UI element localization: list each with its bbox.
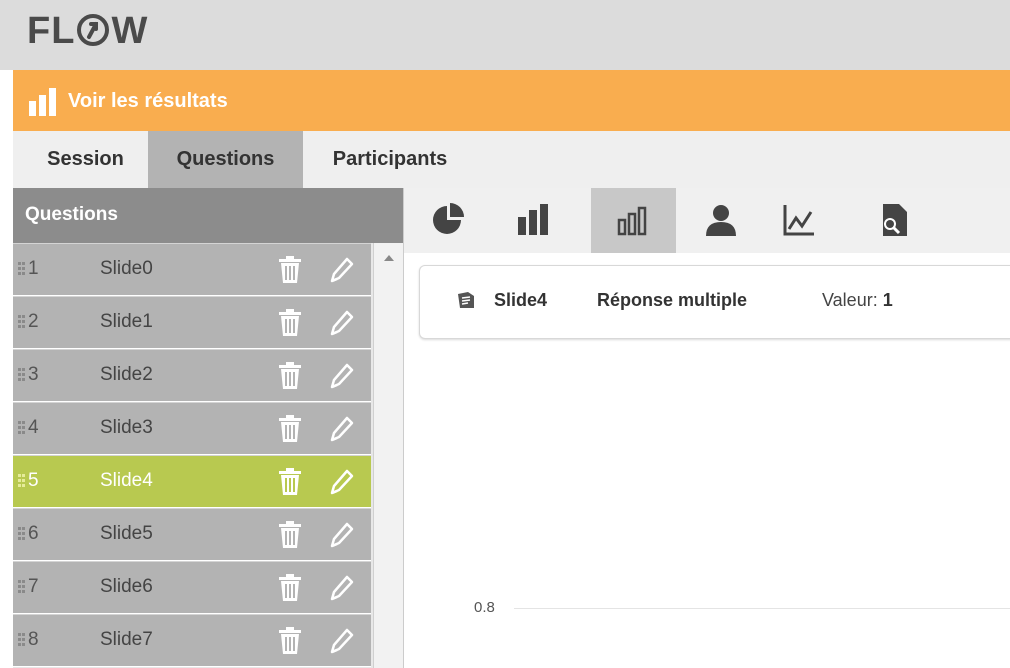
question-row[interactable]: 5 Slide4 bbox=[13, 455, 371, 508]
toolbar-bar-chart-outline-button[interactable] bbox=[591, 188, 676, 253]
questions-panel-title: Questions bbox=[25, 204, 118, 225]
logo-o-icon bbox=[77, 14, 110, 46]
drag-handle-icon[interactable] bbox=[18, 580, 28, 594]
y-axis-tick-label: 0.8 bbox=[474, 599, 495, 616]
question-number: 5 bbox=[28, 470, 39, 491]
question-number: 1 bbox=[28, 258, 39, 279]
info-slide-name: Slide4 bbox=[494, 290, 548, 310]
question-list: 1 Slide0 2 Slide1 3 Slide2 4 Slide3 5 Slide4 6 Slid… bbox=[13, 243, 373, 667]
drag-handle-icon[interactable] bbox=[18, 421, 28, 435]
trash-icon[interactable] bbox=[278, 256, 302, 283]
pencil-icon[interactable] bbox=[328, 362, 354, 389]
question-title: Slide3 bbox=[100, 417, 153, 438]
view-results-label: Voir les résultats bbox=[68, 90, 228, 112]
question-number: 6 bbox=[28, 523, 39, 544]
questions-panel: Questions 1 Slide0 2 Slide1 3 Slide2 4 Slide3 5 S… bbox=[13, 188, 404, 668]
toolbar-user-button[interactable] bbox=[679, 188, 764, 253]
trash-icon[interactable] bbox=[278, 627, 302, 654]
drag-handle-icon[interactable] bbox=[18, 315, 28, 329]
info-question-type: Réponse multiple bbox=[597, 290, 748, 310]
app-logo: FL W bbox=[27, 12, 148, 50]
pencil-icon[interactable] bbox=[328, 627, 354, 654]
question-row[interactable]: 2 Slide1 bbox=[13, 296, 371, 349]
results-main-area: Slide4 Réponse multiple Valeur: 1 0.8 bbox=[403, 188, 1010, 668]
toolbar-search-document-button[interactable] bbox=[851, 188, 936, 253]
toolbar-bar-chart-button[interactable] bbox=[491, 188, 576, 253]
drag-handle-icon[interactable] bbox=[18, 474, 28, 488]
questions-panel-header: Questions bbox=[13, 188, 403, 243]
pencil-icon[interactable] bbox=[328, 256, 354, 283]
scroll-up-arrow-icon[interactable] bbox=[384, 255, 394, 261]
trash-icon[interactable] bbox=[278, 415, 302, 442]
logo-prefix: FL bbox=[27, 10, 76, 52]
question-title: Slide1 bbox=[100, 311, 153, 332]
question-number: 4 bbox=[28, 417, 39, 438]
main-tabs: Session Questions Participants bbox=[13, 131, 1010, 188]
pencil-icon[interactable] bbox=[328, 415, 354, 442]
question-row[interactable]: 6 Slide5 bbox=[13, 508, 371, 561]
bar-chart-icon bbox=[518, 204, 548, 235]
user-icon bbox=[706, 205, 736, 236]
question-row[interactable]: 7 Slide6 bbox=[13, 561, 371, 614]
drag-handle-icon[interactable] bbox=[18, 368, 28, 382]
question-row[interactable]: 3 Slide2 bbox=[13, 349, 371, 402]
drag-handle-icon[interactable] bbox=[18, 633, 28, 647]
question-title: Slide4 bbox=[100, 470, 153, 491]
trash-icon[interactable] bbox=[278, 468, 302, 495]
pencil-icon[interactable] bbox=[328, 309, 354, 336]
question-list-scrollbar[interactable] bbox=[373, 243, 404, 668]
logo-bar: FL W bbox=[0, 0, 1010, 70]
tab-questions[interactable]: Questions bbox=[148, 131, 303, 188]
question-number: 3 bbox=[28, 364, 39, 385]
question-row[interactable]: 8 Slide7 bbox=[13, 614, 371, 667]
logo-suffix: W bbox=[111, 10, 149, 52]
question-title: Slide7 bbox=[100, 629, 153, 650]
view-results-button[interactable]: Voir les résultats bbox=[13, 70, 1010, 131]
tab-participants[interactable]: Participants bbox=[310, 131, 470, 188]
question-title: Slide0 bbox=[100, 258, 153, 279]
chart-type-toolbar bbox=[404, 188, 1010, 253]
search-document-icon bbox=[883, 204, 907, 236]
question-title: Slide5 bbox=[100, 523, 153, 544]
toolbar-line-chart-button[interactable] bbox=[757, 188, 842, 253]
line-chart-icon bbox=[783, 205, 814, 236]
question-title: Slide6 bbox=[100, 576, 153, 597]
trash-icon[interactable] bbox=[278, 362, 302, 389]
pencil-icon[interactable] bbox=[328, 574, 354, 601]
info-value-number: 1 bbox=[882, 290, 893, 310]
pencil-icon[interactable] bbox=[328, 468, 354, 495]
question-title: Slide2 bbox=[100, 364, 153, 385]
chart-gridline bbox=[514, 608, 1010, 609]
question-number: 2 bbox=[28, 311, 39, 332]
drag-handle-icon[interactable] bbox=[18, 262, 28, 276]
pencil-icon[interactable] bbox=[328, 521, 354, 548]
question-info-card: Slide4 Réponse multiple Valeur: 1 bbox=[419, 265, 1010, 339]
question-row[interactable]: 1 Slide0 bbox=[13, 243, 371, 296]
drag-handle-icon[interactable] bbox=[18, 527, 28, 541]
trash-icon[interactable] bbox=[278, 574, 302, 601]
question-number: 7 bbox=[28, 576, 39, 597]
trash-icon[interactable] bbox=[278, 521, 302, 548]
bar-chart-outline-icon bbox=[617, 206, 647, 236]
pie-chart-icon bbox=[433, 203, 464, 234]
question-row[interactable]: 4 Slide3 bbox=[13, 402, 371, 455]
info-value-label: Valeur: bbox=[822, 290, 878, 310]
info-value: Valeur: 1 bbox=[822, 290, 893, 311]
bar-chart-icon bbox=[29, 88, 56, 116]
tab-session[interactable]: Session bbox=[23, 131, 148, 188]
trash-icon[interactable] bbox=[278, 309, 302, 336]
toolbar-pie-chart-button[interactable] bbox=[406, 188, 491, 253]
slide-document-icon bbox=[458, 292, 474, 308]
question-number: 8 bbox=[28, 629, 39, 650]
